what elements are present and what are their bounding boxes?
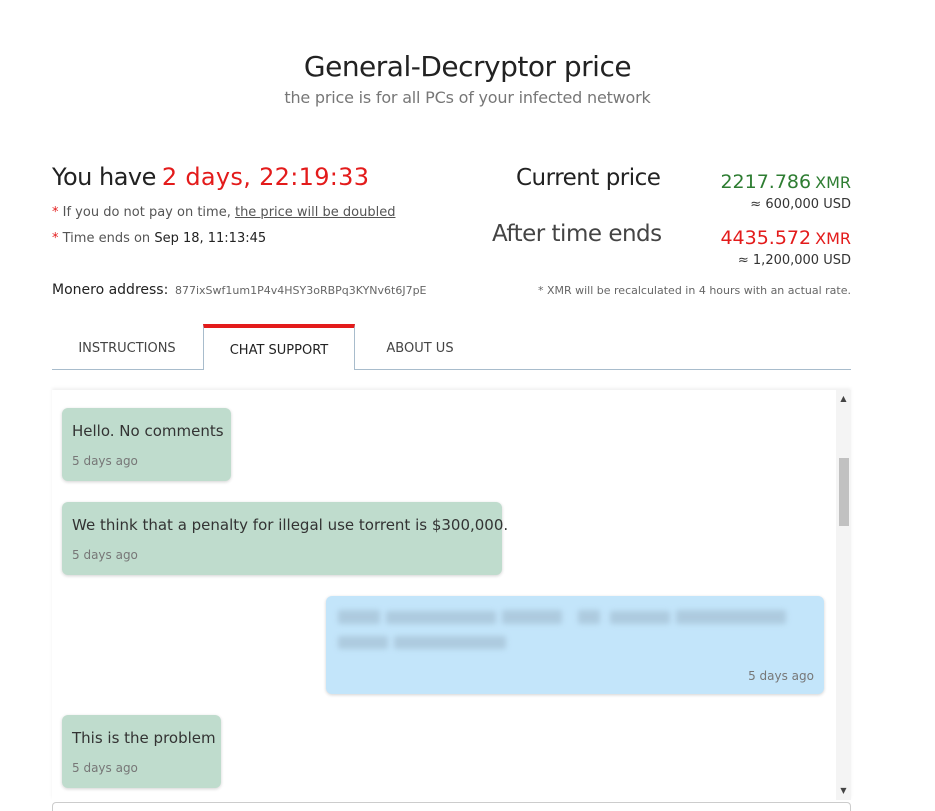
chat-scrollbar[interactable]: ▲ ▼	[836, 390, 851, 800]
current-price-amount: 2217.786	[720, 171, 812, 193]
scroll-thumb[interactable]	[839, 458, 849, 526]
scroll-down-arrow-icon[interactable]: ▼	[836, 785, 851, 797]
deadline-warning: * If you do not pay on time, the price w…	[52, 205, 395, 220]
message-time: 5 days ago	[72, 548, 138, 562]
scroll-up-arrow-icon[interactable]: ▲	[836, 393, 851, 405]
after-price-amount: 4435.572	[720, 227, 812, 249]
chat-message-incoming: We think that a penalty for illegal use …	[62, 502, 509, 575]
message-text: Hello. No comments	[72, 422, 224, 440]
tab-chat-support[interactable]: CHAT SUPPORT	[203, 324, 355, 370]
time-ends-date: Sep 18, 11:13:45	[154, 231, 267, 246]
after-price-label: After time ends	[492, 221, 662, 247]
xmr-recalc-note: * XMR will be recalculated in 4 hours wi…	[537, 284, 851, 297]
after-price-usd: ≈ 1,200,000 USD	[737, 253, 851, 268]
after-price-value: 4435.572 XMR	[720, 227, 851, 249]
message-text: We think that a penalty for illegal use …	[72, 516, 509, 534]
chat-message-incoming: Hello. No comments 5 days ago	[62, 408, 231, 481]
message-text: This is the problem	[72, 729, 216, 747]
message-input[interactable]	[52, 802, 851, 811]
time-ends-note: * Time ends on Sep 18, 11:13:45	[52, 231, 266, 246]
message-time: 5 days ago	[748, 669, 814, 683]
warning-text: If you do not pay on time,	[58, 205, 235, 220]
current-price-usd: ≈ 600,000 USD	[750, 197, 851, 212]
tab-about-us[interactable]: ABOUT US	[370, 324, 470, 369]
page-subtitle: the price is for all PCs of your infecte…	[284, 88, 651, 107]
chat-panel[interactable]: Hello. No comments 5 days ago We think t…	[52, 390, 851, 800]
tab-bar: INSTRUCTIONS CHAT SUPPORT ABOUT US	[52, 324, 851, 370]
chat-message-outgoing: 5 days ago	[326, 596, 824, 694]
ransom-page: General-Decryptor price the price is for…	[0, 0, 935, 811]
monero-address-value[interactable]: 877ixSwf1um1P4v4HSY3oRBPq3KYNv6t6J7pE	[175, 284, 427, 297]
timer-row: You have 2 days, 22:19:33	[52, 163, 369, 191]
current-price-value: 2217.786 XMR	[720, 171, 851, 193]
page-title: General-Decryptor price	[303, 50, 632, 83]
you-have-label: You have	[52, 163, 156, 191]
after-price-unit: XMR	[815, 229, 851, 248]
message-time: 5 days ago	[72, 454, 138, 468]
tab-instructions[interactable]: INSTRUCTIONS	[52, 324, 202, 369]
price-doubled-link[interactable]: the price will be doubled	[235, 205, 396, 220]
chat-message-incoming: This is the problem 5 days ago	[62, 715, 221, 788]
countdown-timer: 2 days, 22:19:33	[161, 163, 370, 191]
current-price-unit: XMR	[815, 173, 851, 192]
current-price-label: Current price	[516, 165, 661, 191]
monero-address-label: Monero address:	[52, 282, 169, 298]
message-time: 5 days ago	[72, 761, 138, 775]
time-ends-text: Time ends on	[58, 231, 155, 246]
